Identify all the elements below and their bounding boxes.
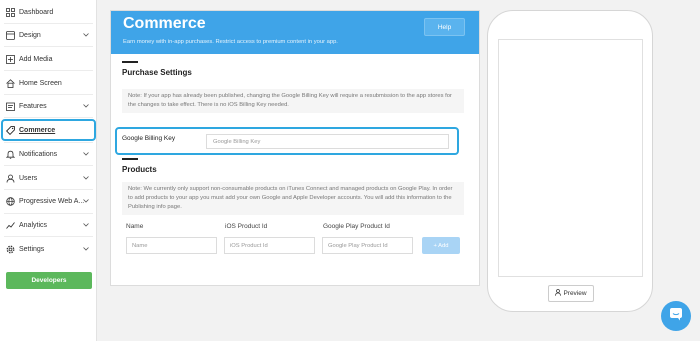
ios-product-id-column-header: iOS Product Id xyxy=(225,223,268,230)
gear-icon xyxy=(6,245,15,254)
add-media-icon xyxy=(6,54,15,64)
sidebar-item-label: Progressive Web A... xyxy=(19,197,85,205)
sidebar-item-features[interactable]: Features xyxy=(0,94,97,118)
developers-button[interactable]: Developers xyxy=(6,272,92,289)
google-play-product-id-column-header: Google Play Product Id xyxy=(323,223,390,230)
sidebar-item-label: Analytics xyxy=(19,221,48,229)
sidebar-item-add-media[interactable]: Add Media xyxy=(0,47,97,71)
page-title: Commerce xyxy=(123,15,206,32)
name-column-header: Name xyxy=(126,223,144,230)
chevron-down-icon xyxy=(82,31,90,39)
sidebar-item-label: Settings xyxy=(19,245,45,253)
chevron-down-icon xyxy=(82,221,90,229)
product-name-input[interactable]: Name xyxy=(126,237,217,254)
design-icon xyxy=(6,30,15,40)
sidebar-item-label: Design xyxy=(19,31,41,39)
sidebar-item-label: Users xyxy=(19,174,38,182)
chevron-down-icon xyxy=(82,150,90,158)
sidebar-item-settings[interactable]: Settings xyxy=(0,237,97,261)
sidebar-item-analytics[interactable]: Analytics xyxy=(0,213,97,237)
sidebar-item-label: Features xyxy=(19,102,47,110)
home-icon xyxy=(6,78,15,88)
section-accent xyxy=(122,61,138,63)
preview-button[interactable]: Preview xyxy=(548,285,594,302)
page-subtitle: Earn money with in-app purchases. Restri… xyxy=(123,39,338,45)
google-billing-key-label: Google Billing Key xyxy=(122,135,176,142)
add-product-button[interactable]: + Add xyxy=(422,237,460,254)
google-billing-key-input[interactable]: Google Billing Key xyxy=(206,134,449,149)
sidebar-item-users[interactable]: Users xyxy=(0,166,97,190)
sidebar-item-design[interactable]: Design xyxy=(0,23,97,47)
chevron-down-icon xyxy=(82,197,90,205)
google-play-product-id-input[interactable]: Google Play Product Id xyxy=(322,237,413,254)
sidebar-item-label: Notifications xyxy=(19,150,58,158)
purchase-settings-note: Note: If your app has already been publi… xyxy=(122,89,464,113)
dashboard-icon xyxy=(6,7,15,17)
section-accent xyxy=(122,158,138,160)
chat-button[interactable] xyxy=(661,301,691,331)
chat-icon xyxy=(669,307,683,326)
chevron-down-icon xyxy=(82,174,90,182)
products-title: Products xyxy=(122,165,157,174)
card-header: Commerce Earn money with in-app purchase… xyxy=(111,11,479,54)
sidebar-item-home-screen[interactable]: Home Screen xyxy=(0,71,97,95)
sidebar-item-label: Dashboard xyxy=(19,8,54,16)
globe-icon xyxy=(6,196,15,206)
person-icon xyxy=(555,289,562,298)
purchase-settings-title: Purchase Settings xyxy=(122,68,192,77)
help-button[interactable]: Help xyxy=(424,18,465,36)
chevron-down-icon xyxy=(82,245,90,253)
bell-icon xyxy=(6,150,15,159)
user-icon xyxy=(6,174,15,183)
products-note: Note: We currently only support non-cons… xyxy=(122,182,464,215)
sidebar-item-dashboard[interactable]: Dashboard xyxy=(0,0,97,24)
ios-product-id-input[interactable]: iOS Product Id xyxy=(224,237,315,254)
features-icon xyxy=(6,102,15,111)
sidebar-item-notifications[interactable]: Notifications xyxy=(0,142,97,166)
chevron-down-icon xyxy=(82,102,90,110)
sidebar: Dashboard Design Add Media Home Screen F… xyxy=(0,0,97,341)
phone-screen xyxy=(498,39,643,277)
sidebar-item-label: Add Media xyxy=(19,55,53,63)
preview-button-label: Preview xyxy=(563,290,587,297)
analytics-icon xyxy=(6,221,15,230)
sidebar-item-label: Home Screen xyxy=(19,79,62,87)
active-highlight xyxy=(1,119,96,141)
sidebar-item-progressive-web-app[interactable]: Progressive Web A... xyxy=(0,189,97,213)
